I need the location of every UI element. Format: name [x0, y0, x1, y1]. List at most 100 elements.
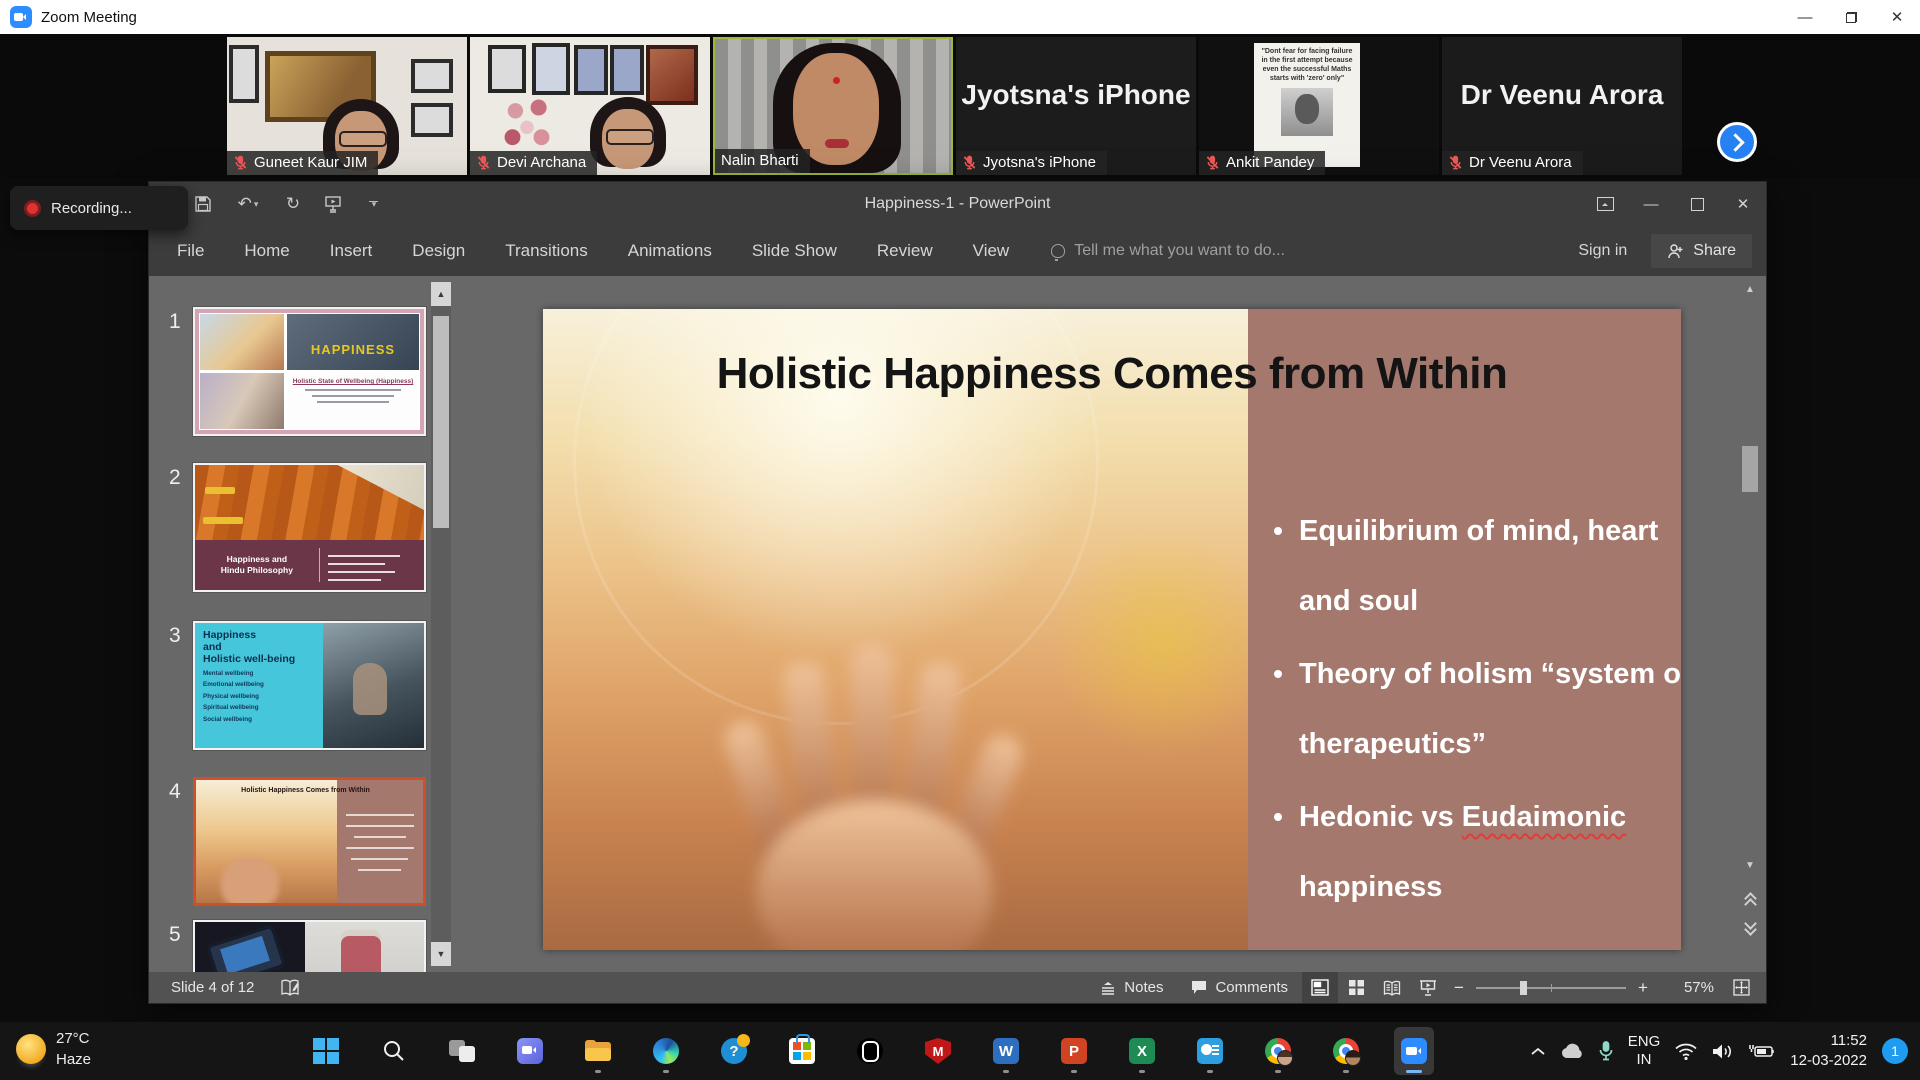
powerpoint-button[interactable]: P [1054, 1027, 1094, 1075]
ppt-minimize-button[interactable]: — [1628, 182, 1674, 226]
spell-check-button[interactable] [280, 979, 300, 997]
weather-widget[interactable]: 27°C Haze [16, 1028, 91, 1070]
excel-button[interactable]: X [1122, 1027, 1162, 1075]
zoom-percentage[interactable]: 57% [1662, 979, 1714, 996]
hidden-icons-chevron[interactable] [1531, 1047, 1545, 1056]
participant-tile-jyotsna[interactable]: Jyotsna's iPhone Jyotsna's iPhone [956, 37, 1196, 175]
slide-show-button[interactable] [1410, 972, 1446, 1003]
ppt-maximize-button[interactable] [1674, 182, 1720, 226]
slide-thumbnail-3[interactable]: Happiness and Holistic well-being Mental… [193, 621, 426, 750]
redo-button[interactable]: ↻ [283, 194, 303, 214]
zoom-app-button[interactable] [1394, 1027, 1434, 1075]
tell-me-search[interactable]: Tell me what you want to do... [1051, 242, 1285, 260]
battery-charging-button[interactable] [1749, 1043, 1775, 1059]
thumbnail-scrollbar[interactable]: ▲ ▼ [431, 282, 451, 966]
tab-design[interactable]: Design [392, 226, 485, 276]
restore-button[interactable] [1828, 0, 1874, 34]
participant-tile-ankit[interactable]: "Dont fear for facing failure in the fir… [1199, 37, 1439, 175]
tab-animations[interactable]: Animations [608, 226, 732, 276]
start-slideshow-button[interactable] [323, 194, 343, 214]
zoom-in-button[interactable]: + [1630, 978, 1656, 998]
slide-canvas[interactable]: Holistic Happiness Comes from Within Equ… [543, 309, 1681, 950]
search-button[interactable] [374, 1027, 414, 1075]
participant-tile-nalin-active-speaker[interactable]: Nalin Bharti [713, 37, 953, 175]
mcafee-button[interactable]: M [918, 1027, 958, 1075]
sign-in-link[interactable]: Sign in [1578, 242, 1627, 260]
normal-view-icon [1311, 979, 1329, 996]
slide-thumbnail-5[interactable] [193, 920, 426, 972]
notification-badge[interactable]: 1 [1882, 1038, 1908, 1064]
recording-indicator[interactable]: Recording... [10, 186, 188, 230]
zoom-out-button[interactable]: − [1446, 978, 1472, 998]
slide-bullet-continuation[interactable]: happiness [1274, 871, 1442, 904]
notes-button[interactable]: Notes [1086, 972, 1177, 1003]
slide-bullet-continuation[interactable]: therapeutics” [1274, 728, 1486, 761]
scroll-up-button[interactable]: ▲ [1741, 284, 1759, 295]
get-help-button[interactable]: ? [714, 1027, 754, 1075]
scrollbar-thumb[interactable] [1742, 446, 1758, 492]
zoom-slider-handle[interactable] [1520, 981, 1527, 995]
slide-sorter-view-button[interactable] [1338, 972, 1374, 1003]
clock[interactable]: 11:52 12-03-2022 [1790, 1031, 1867, 1072]
edge-button[interactable] [646, 1027, 686, 1075]
slide-thumbnail-4-selected[interactable]: Holistic Happiness Comes from Within [193, 777, 426, 906]
participant-tile-veenu[interactable]: Dr Veenu Arora Dr Veenu Arora [1442, 37, 1682, 175]
tab-file[interactable]: File [157, 226, 224, 276]
share-button[interactable]: Share [1651, 234, 1752, 268]
edge-icon [653, 1038, 679, 1064]
slide-sorter-icon [1348, 979, 1365, 996]
reading-view-button[interactable] [1374, 972, 1410, 1003]
scrollbar-thumb[interactable] [433, 316, 449, 528]
microphone-in-use-button[interactable] [1599, 1041, 1613, 1061]
microsoft-store-button[interactable] [782, 1027, 822, 1075]
ribbon-options-icon [1597, 197, 1614, 211]
undo-button[interactable]: ↶▾ [233, 194, 263, 214]
ppt-ribbon-tabs: File Home Insert Design Transitions Anim… [149, 226, 1766, 277]
chrome-profile1-button[interactable] [1258, 1027, 1298, 1075]
onedrive-button[interactable] [1560, 1043, 1584, 1059]
previous-slide-button[interactable] [1745, 894, 1755, 906]
start-button[interactable] [306, 1027, 346, 1075]
slide-thumbnail-1[interactable]: HAPPINESS Holistic State of Wellbeing (H… [193, 307, 426, 436]
slide-bullet-continuation[interactable]: and soul [1274, 585, 1418, 618]
tab-view[interactable]: View [953, 226, 1030, 276]
next-participants-button[interactable] [1717, 122, 1757, 162]
tab-slide-show[interactable]: Slide Show [732, 226, 857, 276]
customize-quick-access-button[interactable]: ▾ [363, 194, 383, 214]
next-slide-button[interactable] [1745, 922, 1755, 934]
slide-thumbnail-2[interactable]: Happiness and Hindu Philosophy [193, 463, 426, 592]
fit-slide-to-window-button[interactable] [1724, 972, 1758, 1003]
chat-button[interactable] [510, 1027, 550, 1075]
slide-bullet[interactable]: Theory of holism “system of [1274, 658, 1681, 691]
scroll-down-button[interactable]: ▼ [431, 942, 451, 966]
editor-scrollbar[interactable]: ▲ ▼ [1741, 282, 1759, 966]
comments-button[interactable]: Comments [1177, 972, 1302, 1003]
normal-view-button[interactable] [1302, 972, 1338, 1003]
scroll-up-button[interactable]: ▲ [431, 282, 451, 306]
save-button[interactable] [193, 194, 213, 214]
chrome-profile2-button[interactable] [1326, 1027, 1366, 1075]
presentation-app-button[interactable] [1190, 1027, 1230, 1075]
wifi-button[interactable] [1675, 1043, 1697, 1060]
participant-tile-devi[interactable]: Devi Archana [470, 37, 710, 175]
tab-transitions[interactable]: Transitions [485, 226, 608, 276]
tab-insert[interactable]: Insert [310, 226, 393, 276]
file-explorer-button[interactable] [578, 1027, 618, 1075]
ribbon-display-options-button[interactable] [1582, 182, 1628, 226]
tab-review[interactable]: Review [857, 226, 953, 276]
close-button[interactable]: ✕ [1874, 0, 1920, 34]
slide-bullet[interactable]: Hedonic vs Eudaimonic [1274, 801, 1626, 834]
scroll-down-button[interactable]: ▼ [1741, 860, 1759, 871]
participant-tile-guneet[interactable]: Guneet Kaur JIM [227, 37, 467, 175]
office-app-button[interactable] [850, 1027, 890, 1075]
word-button[interactable]: W [986, 1027, 1026, 1075]
volume-button[interactable] [1712, 1043, 1734, 1060]
ppt-close-button[interactable]: ✕ [1720, 182, 1766, 226]
language-indicator[interactable]: ENG IN [1628, 1033, 1661, 1069]
tab-home[interactable]: Home [224, 226, 309, 276]
task-view-button[interactable] [442, 1027, 482, 1075]
slide-bullet[interactable]: Equilibrium of mind, heart [1274, 515, 1658, 548]
slide-title[interactable]: Holistic Happiness Comes from Within [543, 349, 1681, 399]
zoom-slider[interactable] [1476, 987, 1626, 989]
minimize-button[interactable]: — [1782, 0, 1828, 34]
